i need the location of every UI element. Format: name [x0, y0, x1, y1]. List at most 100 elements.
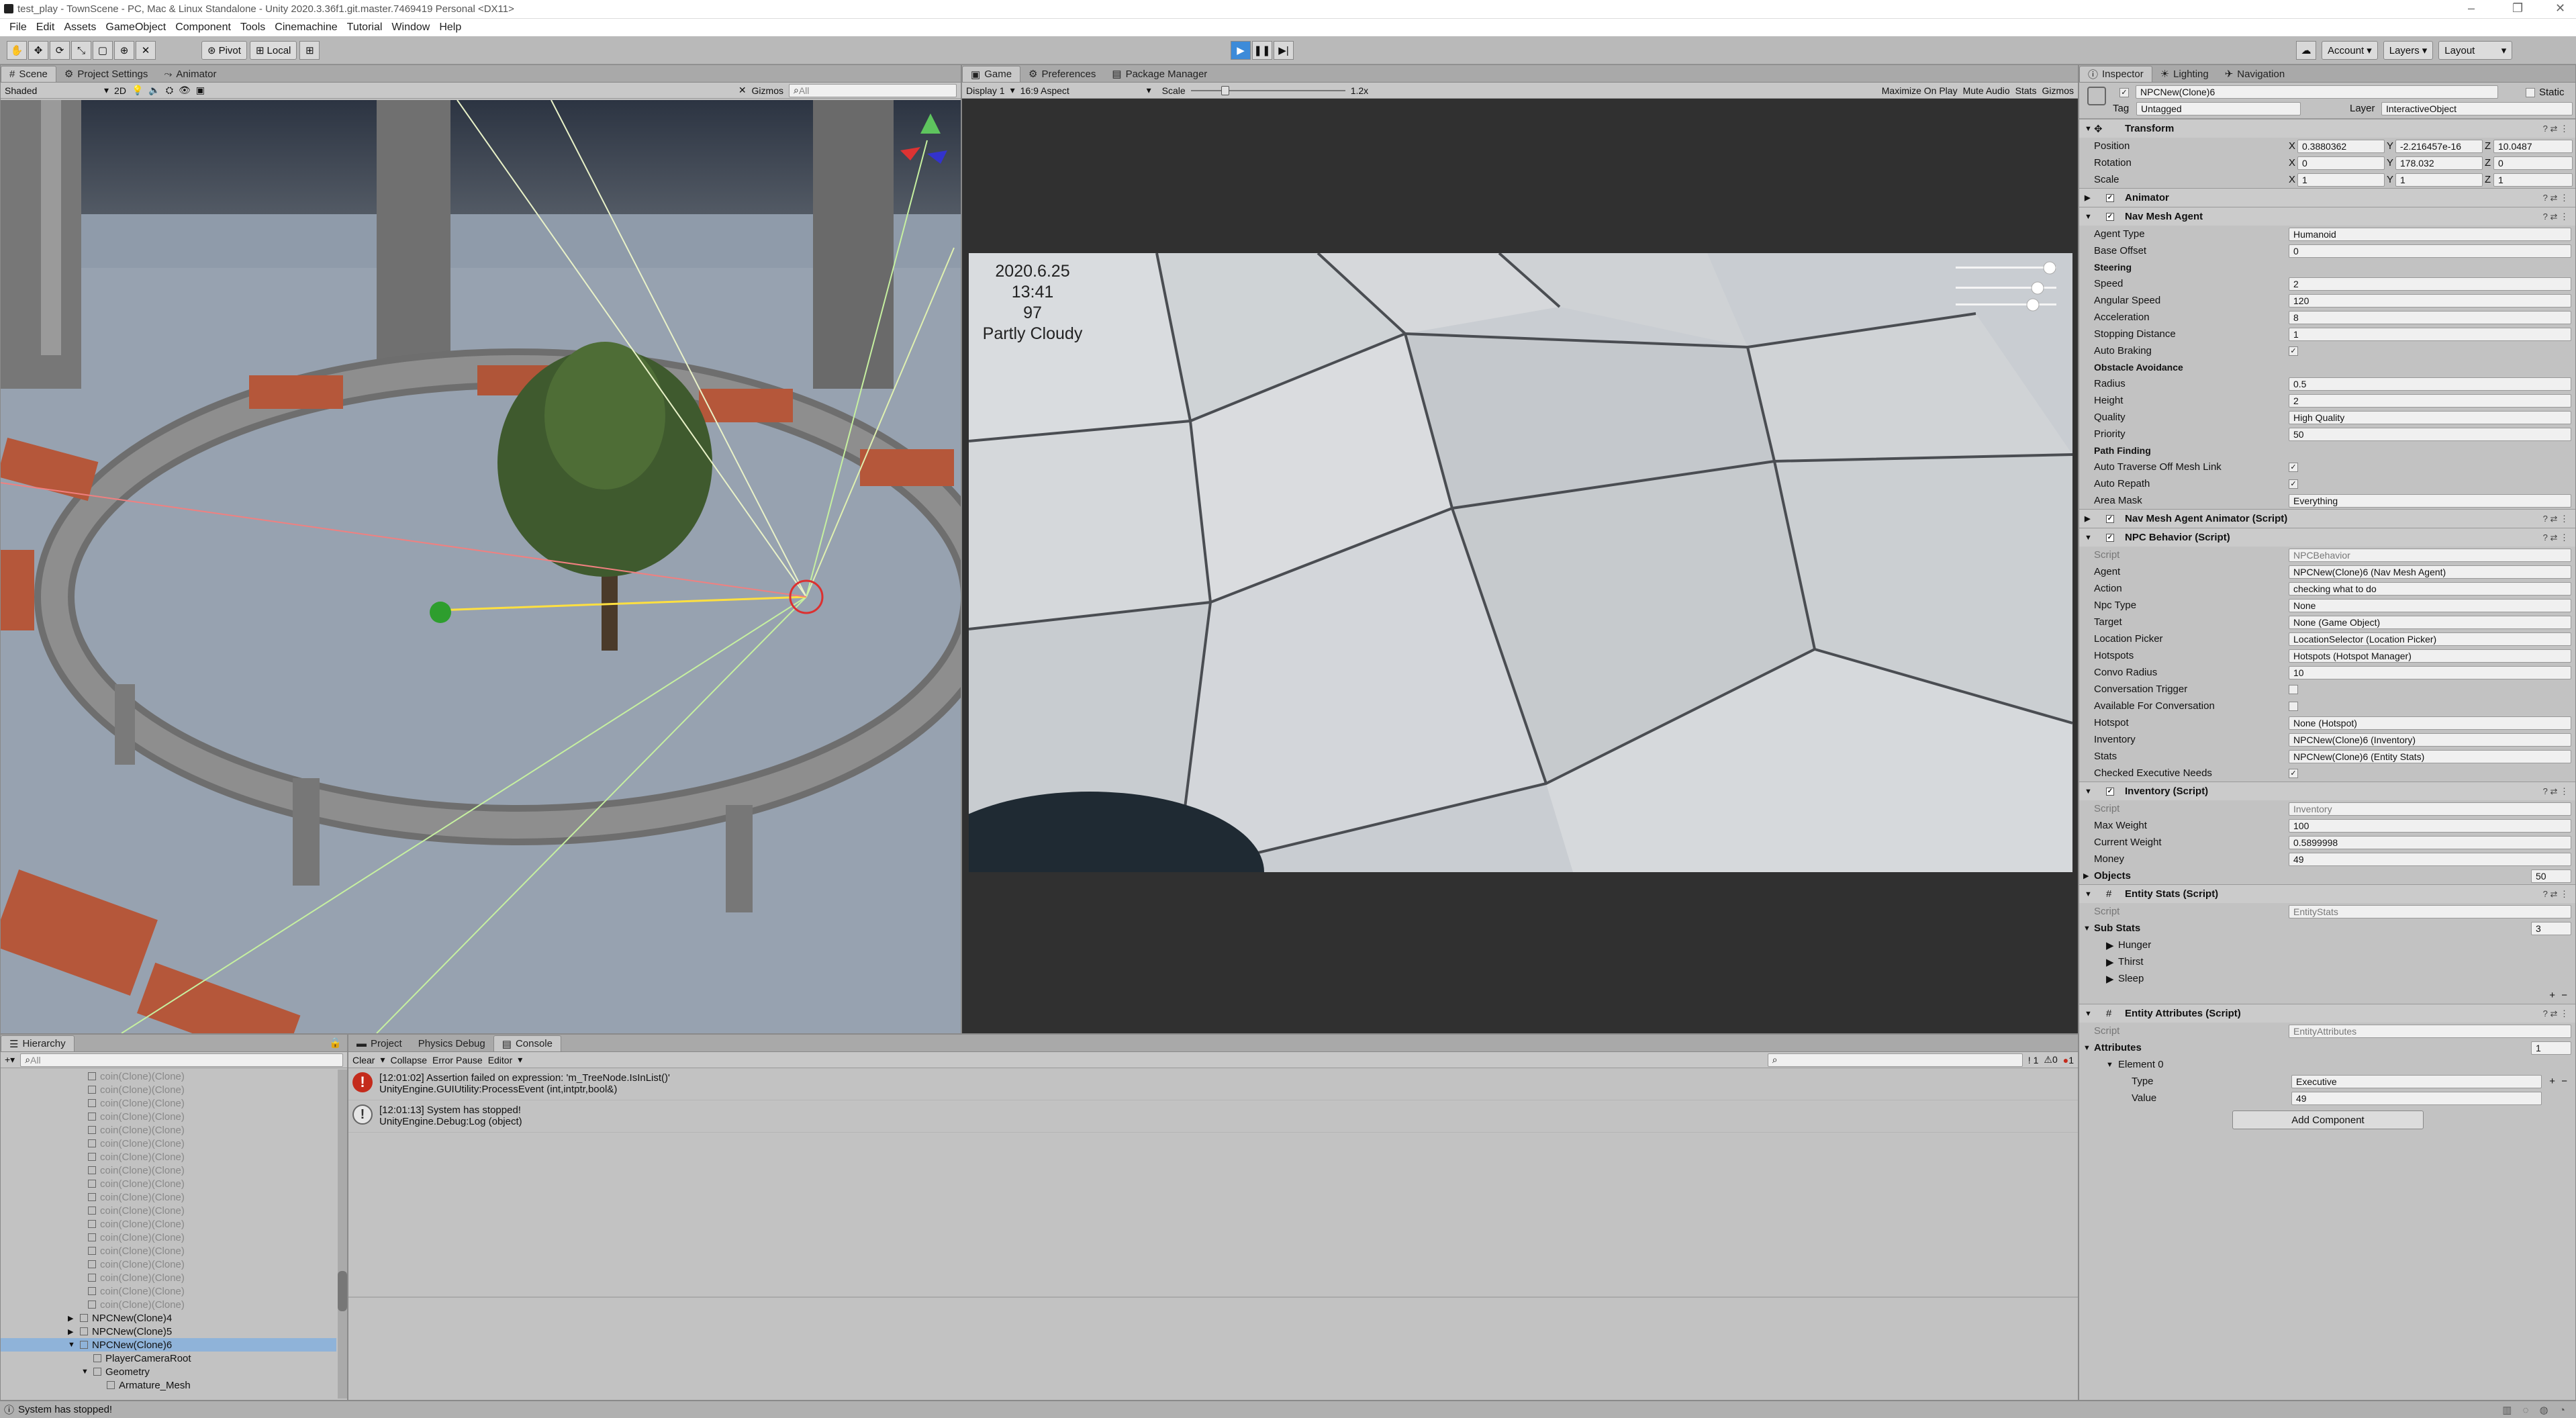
editor-dropdown[interactable]: Editor: [488, 1055, 513, 1066]
hierarchy-item-coin[interactable]: coin(Clone)(Clone): [1, 1123, 336, 1137]
settings-icon[interactable]: ? ⇄ ⋮: [2543, 786, 2569, 797]
row-value-field[interactable]: High Quality: [2289, 410, 2571, 424]
element-0-row[interactable]: ▼ Element 0: [2079, 1056, 2575, 1073]
status-text[interactable]: System has stopped!: [18, 1404, 112, 1415]
row-value-field[interactable]: 0: [2289, 244, 2571, 258]
component-checkbox[interactable]: ✓: [2106, 193, 2114, 202]
settings-icon[interactable]: ? ⇄ ⋮: [2543, 514, 2569, 524]
component-checkbox[interactable]: ✓: [2106, 514, 2114, 523]
tab-inspector[interactable]: ⓘ Inspector: [2079, 66, 2152, 82]
row-value-field[interactable]: Humanoid: [2289, 227, 2571, 241]
row-value-field[interactable]: Everything: [2289, 493, 2571, 508]
tab-console[interactable]: ▤ Console: [493, 1035, 561, 1051]
attributes-row[interactable]: ▼ Attributes 1: [2079, 1039, 2575, 1056]
add-icon[interactable]: +: [2549, 1076, 2555, 1087]
add-component-button[interactable]: Add Component: [2232, 1110, 2424, 1129]
settings-icon[interactable]: ? ⇄ ⋮: [2543, 1008, 2569, 1019]
row-value-field[interactable]: 1: [2289, 327, 2571, 341]
tab-lighting[interactable]: ☀ Lighting: [2152, 66, 2217, 82]
menu-file[interactable]: File: [9, 21, 27, 34]
row-value-field[interactable]: 0.5: [2289, 377, 2571, 391]
display-dropdown[interactable]: Display 1: [966, 85, 1005, 96]
attr-type-field[interactable]: Executive: [2291, 1074, 2542, 1088]
game-gizmos-toggle[interactable]: Gizmos: [2042, 85, 2074, 96]
row-value-field[interactable]: None: [2289, 598, 2571, 612]
foldout-icon[interactable]: ▼: [68, 1341, 80, 1349]
inventory-header[interactable]: ▼ ✓ Inventory (Script)? ⇄ ⋮: [2079, 782, 2575, 800]
hierarchy-item-coin[interactable]: coin(Clone)(Clone): [1, 1231, 336, 1244]
active-checkbox[interactable]: ✓: [2119, 88, 2129, 97]
rect-tool-icon[interactable]: ▢: [93, 41, 113, 60]
hand-tool-icon[interactable]: ✋: [7, 41, 27, 60]
animator-header[interactable]: ▶ ✓ Animator? ⇄ ⋮: [2079, 188, 2575, 207]
gizmos-dropdown[interactable]: Gizmos: [752, 85, 783, 96]
row-checkbox[interactable]: ✓: [2289, 346, 2298, 356]
hierarchy-item[interactable]: Armature_Mesh: [1, 1378, 336, 1392]
menu-tools[interactable]: Tools: [240, 21, 265, 34]
tag-dropdown[interactable]: Untagged: [2136, 102, 2301, 115]
row-value-field[interactable]: 8: [2289, 310, 2571, 324]
console-entry-log[interactable]: ! [12:01:13] System has stopped! UnityEng…: [348, 1100, 2078, 1133]
lock-icon[interactable]: 🔒: [324, 1037, 347, 1051]
foldout-icon[interactable]: ▶: [68, 1314, 80, 1323]
minimize-icon[interactable]: –: [2468, 1, 2475, 15]
transform-tool-icon[interactable]: ⊕: [114, 41, 134, 60]
scale-x[interactable]: 1: [2297, 173, 2385, 187]
object-name-field[interactable]: NPCNew(Clone)6: [2136, 85, 2498, 99]
row-value-field[interactable]: None (Hotspot): [2289, 716, 2571, 730]
mute-audio-toggle[interactable]: Mute Audio: [1963, 85, 2010, 96]
row-value-field[interactable]: 100: [2289, 818, 2571, 833]
attr-value-field[interactable]: 49: [2291, 1091, 2542, 1105]
row-value-field[interactable]: NPCNew(Clone)6 (Entity Stats): [2289, 749, 2571, 763]
tab-project[interactable]: ▬ Project: [348, 1035, 410, 1051]
hierarchy-item[interactable]: ▼ NPCNew(Clone)6: [1, 1338, 336, 1352]
add-icon[interactable]: +: [2549, 990, 2555, 1001]
row-value-field[interactable]: 49: [2289, 852, 2571, 866]
pause-button[interactable]: ❚❚: [1252, 41, 1272, 60]
component-checkbox[interactable]: ✓: [2106, 787, 2114, 796]
hierarchy-item-coin[interactable]: coin(Clone)(Clone): [1, 1258, 336, 1271]
transform-header[interactable]: ▼ ✥ Transform? ⇄ ⋮: [2079, 119, 2575, 138]
row-value-field[interactable]: LocationSelector (Location Picker): [2289, 632, 2571, 646]
hierarchy-item-coin[interactable]: coin(Clone)(Clone): [1, 1298, 336, 1311]
camera-settings-icon[interactable]: ▣: [196, 85, 205, 96]
maximize-on-play-toggle[interactable]: Maximize On Play: [1882, 85, 1958, 96]
row-value-field[interactable]: 2: [2289, 277, 2571, 291]
tools-icon[interactable]: ✕: [738, 85, 747, 96]
row-checkbox[interactable]: [2289, 684, 2298, 694]
scale-z[interactable]: 1: [2493, 173, 2573, 187]
hierarchy-item-coin[interactable]: coin(Clone)(Clone): [1, 1284, 336, 1298]
row-value-field[interactable]: 0.5899998: [2289, 835, 2571, 849]
menu-tutorial[interactable]: Tutorial: [347, 21, 383, 34]
tab-navigation[interactable]: ✈ Navigation: [2217, 66, 2293, 82]
hierarchy-item-coin[interactable]: coin(Clone)(Clone): [1, 1204, 336, 1217]
navmesh-agent-header[interactable]: ▼ ✓ Nav Mesh Agent? ⇄ ⋮: [2079, 207, 2575, 226]
grid-snap-icon[interactable]: ⊞: [299, 41, 320, 60]
row-value-field[interactable]: checking what to do: [2289, 581, 2571, 596]
tab-hierarchy[interactable]: ☰ Hierarchy: [1, 1035, 75, 1051]
foldout-icon[interactable]: ▶: [68, 1327, 80, 1336]
row-value-field[interactable]: None (Game Object): [2289, 615, 2571, 629]
hierarchy-item[interactable]: ▼ Geometry: [1, 1365, 336, 1378]
scrollbar-thumb[interactable]: [338, 1271, 347, 1311]
error-count-toggle[interactable]: ●1: [2063, 1055, 2074, 1066]
maximize-icon[interactable]: ❐: [2512, 1, 2523, 15]
tab-animator[interactable]: ⤳ Animator: [156, 66, 224, 82]
hierarchy-item-coin[interactable]: coin(Clone)(Clone): [1, 1137, 336, 1150]
audio-toggle-icon[interactable]: 🔈: [148, 85, 160, 96]
rotation-y[interactable]: 178.032: [2395, 156, 2483, 170]
tab-physics-debug[interactable]: Physics Debug: [410, 1035, 493, 1051]
hierarchy-item-coin[interactable]: coin(Clone)(Clone): [1, 1070, 336, 1083]
hidden-objects-icon[interactable]: 👁: [179, 85, 191, 96]
row-value-field[interactable]: NPCNew(Clone)6 (Nav Mesh Agent): [2289, 565, 2571, 579]
objects-row[interactable]: ▶ Objects 50: [2079, 867, 2575, 884]
console-divider[interactable]: [348, 1296, 2078, 1298]
pivot-toggle[interactable]: ⊛ Pivot: [201, 41, 247, 60]
foldout-icon[interactable]: ▼: [81, 1368, 93, 1376]
navmesh-animator-header[interactable]: ▶ ✓ Nav Mesh Agent Animator (Script)? ⇄ ⋮: [2079, 509, 2575, 528]
play-button[interactable]: ▶: [1231, 41, 1251, 60]
effects-toggle-icon[interactable]: ⛭: [166, 85, 173, 96]
menu-edit[interactable]: Edit: [36, 21, 55, 34]
warning-count-toggle[interactable]: ⚠0: [2044, 1054, 2057, 1066]
aspect-dropdown[interactable]: 16:9 Aspect: [1020, 85, 1141, 96]
